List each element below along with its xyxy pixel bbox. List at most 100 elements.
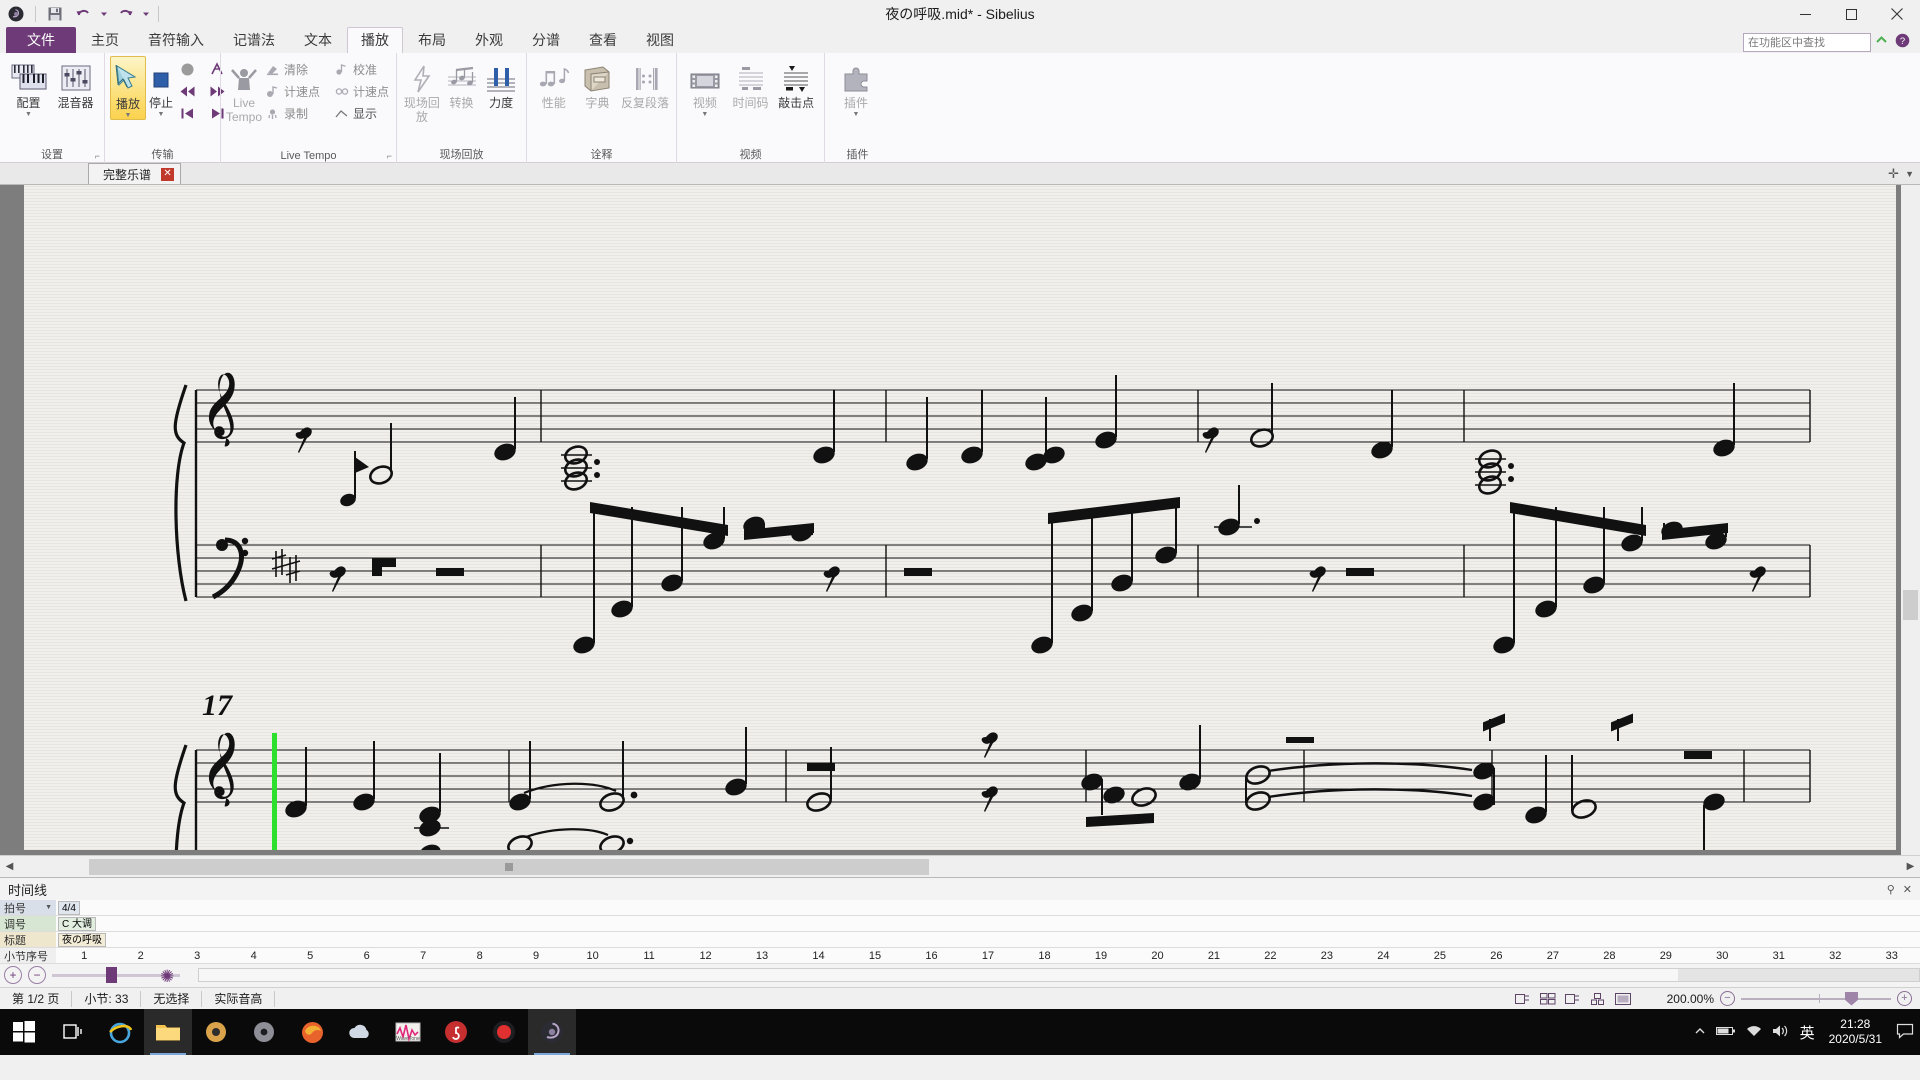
score-title-chip[interactable]: 夜の呼吸 <box>58 933 106 947</box>
tab-note-input[interactable]: 音符输入 <box>134 27 218 53</box>
plus-icon[interactable]: ✛ <box>1888 166 1899 182</box>
horizontal-scrollbar[interactable]: ◀ ▶ <box>0 855 1920 877</box>
chevron-down-icon[interactable]: ▼ <box>1905 169 1914 179</box>
score-page[interactable]: 17 <box>24 185 1896 850</box>
timeline-bar-number[interactable]: 25 <box>1434 948 1446 964</box>
repeats-button[interactable]: 反复段落 <box>619 56 671 110</box>
cloud-icon[interactable] <box>336 1009 384 1055</box>
undo-icon[interactable] <box>71 3 95 25</box>
document-tab-full-score[interactable]: 完整乐谱 ✕ <box>88 163 182 184</box>
timeline-bar-number[interactable]: 32 <box>1829 948 1841 964</box>
timeline-bar-number[interactable]: 29 <box>1660 948 1672 964</box>
task-view-icon[interactable] <box>48 1009 96 1055</box>
timeline-bar-number[interactable]: 20 <box>1151 948 1163 964</box>
chevron-down-icon[interactable]: ▼ <box>701 111 708 118</box>
ribbon-collapse-icon[interactable] <box>1875 34 1888 50</box>
configuration-button[interactable]: 配置 ▼ <box>5 56 52 118</box>
tab-view[interactable]: 视图 <box>632 27 688 53</box>
scroll-left-icon[interactable]: ◀ <box>0 857 19 877</box>
timeline-bar-number[interactable]: 7 <box>420 948 426 964</box>
tab-appearance[interactable]: 外观 <box>461 27 517 53</box>
timeline-bar-number[interactable]: 4 <box>251 948 257 964</box>
wavetone-icon[interactable]: WaveTone <box>384 1009 432 1055</box>
timeline-bar-number[interactable]: 5 <box>307 948 313 964</box>
pin-icon[interactable]: ⚲ <box>1887 883 1895 896</box>
network-icon[interactable] <box>1746 1025 1762 1040</box>
tab-text[interactable]: 文本 <box>290 27 346 53</box>
timeline-bar-number[interactable]: 27 <box>1547 948 1559 964</box>
tab-review[interactable]: 查看 <box>575 27 631 53</box>
tap-points-item[interactable]: 计速点 <box>331 80 392 102</box>
timeline-bar-number[interactable]: 22 <box>1264 948 1276 964</box>
timeline-bar-number[interactable]: 31 <box>1773 948 1785 964</box>
close-button[interactable] <box>1874 0 1920 28</box>
tab-layout[interactable]: 布局 <box>404 27 460 53</box>
clear-tempo-item[interactable]: 清除 <box>262 58 323 80</box>
timeline-row-body[interactable]: C 大调 <box>56 916 1920 931</box>
chevron-up-icon[interactable] <box>1694 1025 1706 1040</box>
rewind-icon[interactable] <box>176 80 198 102</box>
setup-dialog-launcher[interactable]: ⌐ <box>95 151 100 161</box>
record-icon[interactable] <box>176 58 198 80</box>
file-explorer-icon[interactable] <box>144 1009 192 1055</box>
record-app-icon[interactable] <box>480 1009 528 1055</box>
timeline-zoom-slider[interactable]: ✺ <box>52 966 180 986</box>
show-curve-item[interactable]: 显示 <box>331 102 392 124</box>
video-button[interactable]: 视频 ▼ <box>682 56 728 118</box>
performance-button[interactable]: 性能 <box>532 56 576 110</box>
windows-start-icon[interactable] <box>0 1009 48 1055</box>
minus-circle-icon[interactable]: − <box>28 966 46 984</box>
hit-points-button[interactable]: 敲击点 <box>773 56 819 110</box>
save-icon[interactable] <box>43 3 67 25</box>
timeline-bar-number[interactable]: 30 <box>1716 948 1728 964</box>
timeline-bar-number[interactable]: 6 <box>364 948 370 964</box>
clock[interactable]: 21:28 2020/5/31 <box>1825 1017 1886 1047</box>
dictionary-button[interactable]: 字典 <box>576 56 620 110</box>
record-tempo-item[interactable]: 录制 <box>262 102 323 124</box>
internet-explorer-icon[interactable] <box>96 1009 144 1055</box>
velocity-button[interactable]: 力度 <box>481 56 521 110</box>
vscroll-thumb[interactable] <box>1903 590 1918 620</box>
chevron-down-icon[interactable]: ▼ <box>45 904 52 911</box>
timeline-bar-number[interactable]: 16 <box>925 948 937 964</box>
zoom-slider[interactable] <box>1741 991 1891 1007</box>
timeline-row-body[interactable]: 夜の呼吸 <box>56 932 1920 947</box>
timeline-bar-number[interactable]: 9 <box>533 948 539 964</box>
minimize-button[interactable] <box>1782 0 1828 28</box>
timeline-bar-number[interactable]: 21 <box>1208 948 1220 964</box>
ribbon-search-input[interactable]: 在功能区中查找 <box>1743 33 1871 52</box>
netease-music-icon[interactable] <box>432 1009 480 1055</box>
play-button[interactable]: 播放 ▼ <box>110 56 146 120</box>
tap-point-item[interactable]: 计速点 <box>262 80 323 102</box>
hscroll-thumb[interactable] <box>89 858 929 875</box>
chevron-down-icon[interactable]: ▼ <box>158 111 165 118</box>
timeline-bar-number[interactable]: 13 <box>756 948 768 964</box>
redo-icon[interactable] <box>113 3 137 25</box>
tab-home[interactable]: 主页 <box>77 27 133 53</box>
sibelius-icon[interactable] <box>528 1009 576 1055</box>
timeline-bar-number[interactable]: 17 <box>982 948 994 964</box>
disc-icon[interactable] <box>240 1009 288 1055</box>
transform-button[interactable]: 转换 <box>442 56 482 110</box>
full-screen-icon[interactable] <box>1613 991 1632 1007</box>
single-page-icon[interactable] <box>1563 991 1582 1007</box>
timeline-row-time-signature[interactable]: 拍号 ▼ 4/4 <box>0 900 1920 916</box>
timeline-bar-number[interactable]: 11 <box>643 948 654 964</box>
timeline-overview-bar[interactable] <box>198 968 1920 982</box>
close-icon[interactable]: ✕ <box>161 167 175 181</box>
scroll-right-icon[interactable]: ▶ <box>1901 857 1920 877</box>
zoom-out-button[interactable]: − <box>1720 991 1735 1006</box>
timeline-bar-number[interactable]: 8 <box>477 948 483 964</box>
spreads-view-icon[interactable] <box>1538 991 1557 1007</box>
timeline-row-key-signature[interactable]: 调号 C 大调 <box>0 916 1920 932</box>
vertical-scrollbar[interactable] <box>1901 185 1920 855</box>
go-to-start-icon[interactable] <box>176 102 198 124</box>
timeline-bar-number[interactable]: 24 <box>1377 948 1389 964</box>
timeline-bar-number[interactable]: 12 <box>699 948 711 964</box>
tab-parts[interactable]: 分谱 <box>518 27 574 53</box>
undo-dropdown-icon[interactable] <box>99 3 109 25</box>
timecode-button[interactable]: 时间码 <box>728 56 774 110</box>
stop-button[interactable]: 停止 ▼ <box>146 56 176 118</box>
timeline-bar-number[interactable]: 18 <box>1038 948 1050 964</box>
timeline-bar-number[interactable]: 3 <box>194 948 200 964</box>
